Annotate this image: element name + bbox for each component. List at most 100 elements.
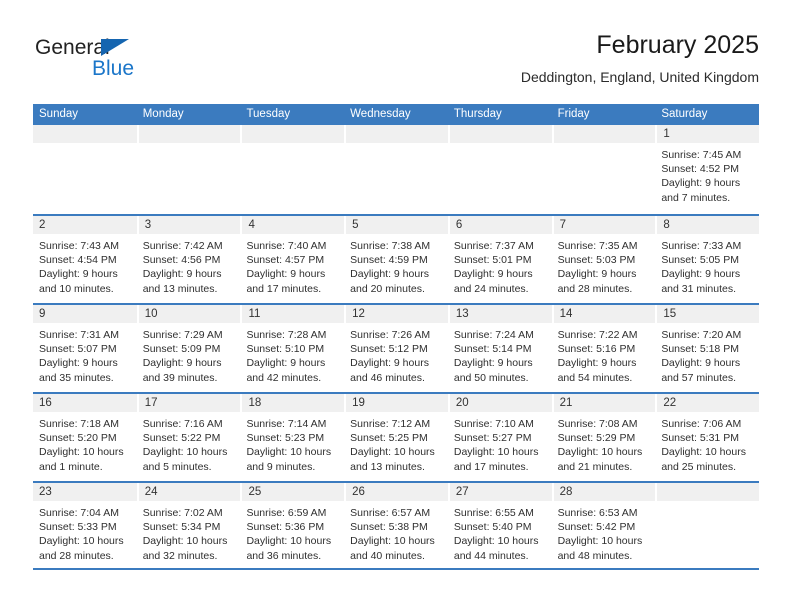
calendar-day-cell[interactable]: 13 Sunrise: 7:24 AM Sunset: 5:14 PM Dayligh… — [447, 305, 552, 392]
calendar-day-cell[interactable]: 8 Sunrise: 7:33 AM Sunset: 5:05 PM Daylight… — [655, 216, 760, 303]
calendar-day-cell[interactable]: 6 Sunrise: 7:37 AM Sunset: 5:01 PM Daylight… — [447, 216, 552, 303]
weekday-header-monday: Monday — [142, 108, 184, 120]
sunset-text: Sunset: 5:38 PM — [350, 521, 428, 534]
daylight-text: Daylight: 10 hours — [453, 535, 539, 548]
calendar-day-cell[interactable]: 22 Sunrise: 7:06 AM Sunset: 5:31 PM Dayligh… — [655, 394, 760, 481]
day-cell-body — [33, 143, 137, 148]
calendar-day-cell[interactable]: 27 Sunrise: 6:55 AM Sunset: 5:40 PM Dayligh… — [447, 483, 552, 568]
day-cell-body: Sunrise: 7:40 AM Sunset: 4:57 PM Daylight:… — [240, 234, 344, 296]
day-number: 1 — [663, 128, 670, 140]
day-number-band: 22 — [655, 394, 760, 412]
sunset-text: Sunset: 5:36 PM — [246, 521, 325, 534]
day-number-band: 8 — [655, 216, 760, 234]
daylight-text: Daylight: 10 hours — [557, 446, 643, 459]
daylight-text-cont: and 13 minutes. — [350, 460, 425, 473]
daylight-text: Daylight: 10 hours — [39, 535, 124, 548]
daylight-text-cont: and 46 minutes. — [350, 371, 425, 384]
calendar-weeks: 1 Sunrise: 7:45 AM Sunset: 4:52 PM Daylight… — [33, 125, 760, 570]
day-number-band: 9 — [33, 305, 137, 323]
day-number: 10 — [144, 308, 158, 320]
day-number-band: 25 — [240, 483, 345, 501]
sunset-text: Sunset: 5:22 PM — [142, 432, 221, 445]
calendar-day-cell[interactable]: 5 Sunrise: 7:38 AM Sunset: 4:59 PM Daylight… — [344, 216, 448, 303]
calendar-day-cell[interactable]: 18 Sunrise: 7:14 AM Sunset: 5:23 PM Dayligh… — [240, 394, 345, 481]
calendar-day-cell[interactable]: 17 Sunrise: 7:16 AM Sunset: 5:22 PM Dayligh… — [136, 394, 241, 481]
daylight-text: Daylight: 10 hours — [142, 446, 228, 459]
daylight-text: Daylight: 9 hours — [142, 268, 222, 281]
day-cell-body: Sunrise: 7:10 AM Sunset: 5:27 PM Daylight:… — [448, 412, 552, 474]
day-number: 24 — [144, 486, 158, 498]
calendar-day-cell[interactable]: 12 Sunrise: 7:26 AM Sunset: 5:12 PM Dayligh… — [344, 305, 448, 392]
day-cell-body — [344, 143, 448, 148]
calendar-day-cell[interactable]: 19 Sunrise: 7:12 AM Sunset: 5:25 PM Dayligh… — [344, 394, 448, 481]
sunrise-text: Sunrise: 7:35 AM — [557, 240, 638, 252]
daylight-text: Daylight: 9 hours — [350, 268, 429, 281]
day-number: 16 — [39, 397, 52, 409]
day-number-band — [33, 125, 137, 143]
day-cell-body: Sunrise: 7:14 AM Sunset: 5:23 PM Daylight:… — [240, 412, 344, 474]
day-number: 5 — [352, 219, 359, 231]
day-cell-body: Sunrise: 7:24 AM Sunset: 5:14 PM Daylight:… — [448, 323, 552, 385]
day-cell-body: Sunrise: 7:16 AM Sunset: 5:22 PM Daylight:… — [137, 412, 241, 474]
day-cell-body — [655, 501, 759, 506]
daylight-text-cont: and 42 minutes. — [246, 371, 322, 384]
sunrise-text: Sunrise: 7:33 AM — [661, 240, 742, 252]
day-number-band — [551, 125, 656, 143]
day-number: 22 — [663, 397, 677, 409]
calendar-day-cell[interactable]: 20 Sunrise: 7:10 AM Sunset: 5:27 PM Dayligh… — [447, 394, 552, 481]
calendar-day-cell[interactable]: 24 Sunrise: 7:02 AM Sunset: 5:34 PM Dayligh… — [136, 483, 241, 568]
calendar-day-cell[interactable]: 23 Sunrise: 7:04 AM Sunset: 5:33 PM Dayligh… — [33, 483, 137, 568]
calendar-day-cell[interactable]: 9 Sunrise: 7:31 AM Sunset: 5:07 PM Daylight… — [33, 305, 137, 392]
calendar-day-cell[interactable]: 11 Sunrise: 7:28 AM Sunset: 5:10 PM Dayligh… — [240, 305, 345, 392]
day-cell-body: Sunrise: 7:45 AM Sunset: 4:52 PM Daylight:… — [655, 143, 759, 205]
calendar-grid: Sunday Monday Tuesday Wednesday Thursday Frid… — [33, 104, 760, 570]
daylight-text-cont: and 13 minutes. — [142, 282, 218, 295]
daylight-text-cont: and 1 minute. — [39, 460, 103, 473]
daylight-text-cont: and 35 minutes. — [39, 371, 114, 384]
daylight-text-cont: and 25 minutes. — [661, 460, 737, 473]
calendar-week-row: 23 Sunrise: 7:04 AM Sunset: 5:33 PM Dayligh… — [33, 481, 760, 570]
day-number: 7 — [559, 219, 566, 231]
calendar-day-cell[interactable]: 14 Sunrise: 7:22 AM Sunset: 5:16 PM Dayligh… — [551, 305, 656, 392]
calendar-day-cell[interactable]: 28 Sunrise: 6:53 AM Sunset: 5:42 PM Dayligh… — [551, 483, 656, 568]
calendar-day-cell[interactable]: 1 Sunrise: 7:45 AM Sunset: 4:52 PM Daylight… — [655, 125, 760, 214]
calendar-day-cell[interactable]: 26 Sunrise: 6:57 AM Sunset: 5:38 PM Dayligh… — [344, 483, 448, 568]
calendar-day-cell[interactable]: 3 Sunrise: 7:42 AM Sunset: 4:56 PM Daylight… — [136, 216, 241, 303]
day-cell-body: Sunrise: 7:26 AM Sunset: 5:12 PM Daylight:… — [344, 323, 448, 385]
sunset-text: Sunset: 5:27 PM — [453, 432, 532, 445]
day-cell-body: Sunrise: 7:35 AM Sunset: 5:03 PM Daylight:… — [552, 234, 656, 296]
day-number: 23 — [39, 486, 52, 498]
calendar-day-cell[interactable]: 7 Sunrise: 7:35 AM Sunset: 5:03 PM Daylight… — [551, 216, 656, 303]
calendar-day-cell[interactable]: 4 Sunrise: 7:40 AM Sunset: 4:57 PM Daylight… — [240, 216, 345, 303]
day-number-band: 10 — [136, 305, 241, 323]
calendar-day-cell[interactable]: 16 Sunrise: 7:18 AM Sunset: 5:20 PM Dayligh… — [33, 394, 137, 481]
weekday-header-wednesday: Wednesday — [350, 108, 411, 120]
daylight-text-cont: and 50 minutes. — [453, 371, 529, 384]
sunrise-text: Sunrise: 7:02 AM — [142, 507, 223, 519]
calendar-day-cell[interactable]: 25 Sunrise: 6:59 AM Sunset: 5:36 PM Dayligh… — [240, 483, 345, 568]
daylight-text: Daylight: 10 hours — [557, 535, 643, 548]
daylight-text: Daylight: 9 hours — [39, 268, 118, 281]
sunrise-text: Sunrise: 7:16 AM — [142, 418, 223, 430]
daylight-text-cont: and 17 minutes. — [246, 282, 322, 295]
calendar-day-cell[interactable]: 10 Sunrise: 7:29 AM Sunset: 5:09 PM Dayligh… — [136, 305, 241, 392]
sunset-text: Sunset: 4:52 PM — [661, 163, 739, 176]
calendar-cell-empty — [136, 125, 241, 214]
day-cell-body — [448, 143, 552, 148]
daylight-text: Daylight: 9 hours — [142, 357, 222, 370]
day-cell-body: Sunrise: 7:22 AM Sunset: 5:16 PM Daylight:… — [552, 323, 656, 385]
day-cell-body: Sunrise: 7:42 AM Sunset: 4:56 PM Daylight:… — [137, 234, 241, 296]
calendar-page: General Blue February 2025 Deddington, E… — [0, 0, 792, 612]
sunset-text: Sunset: 5:03 PM — [557, 254, 636, 267]
daylight-text: Daylight: 9 hours — [557, 268, 637, 281]
day-number: 26 — [352, 486, 365, 498]
page-subtitle: Deddington, England, United Kingdom — [520, 69, 759, 85]
calendar-day-cell[interactable]: 15 Sunrise: 7:20 AM Sunset: 5:18 PM Dayligh… — [655, 305, 760, 392]
day-cell-body: Sunrise: 7:28 AM Sunset: 5:10 PM Daylight:… — [240, 323, 344, 385]
daylight-text: Daylight: 10 hours — [39, 446, 124, 459]
calendar-day-cell[interactable]: 21 Sunrise: 7:08 AM Sunset: 5:29 PM Dayligh… — [551, 394, 656, 481]
general-blue-logo[interactable]: General Blue — [33, 36, 233, 90]
day-number: 12 — [352, 308, 365, 320]
daylight-text-cont: and 32 minutes. — [142, 549, 218, 562]
calendar-day-cell[interactable]: 2 Sunrise: 7:43 AM Sunset: 4:54 PM Daylight… — [33, 216, 137, 303]
